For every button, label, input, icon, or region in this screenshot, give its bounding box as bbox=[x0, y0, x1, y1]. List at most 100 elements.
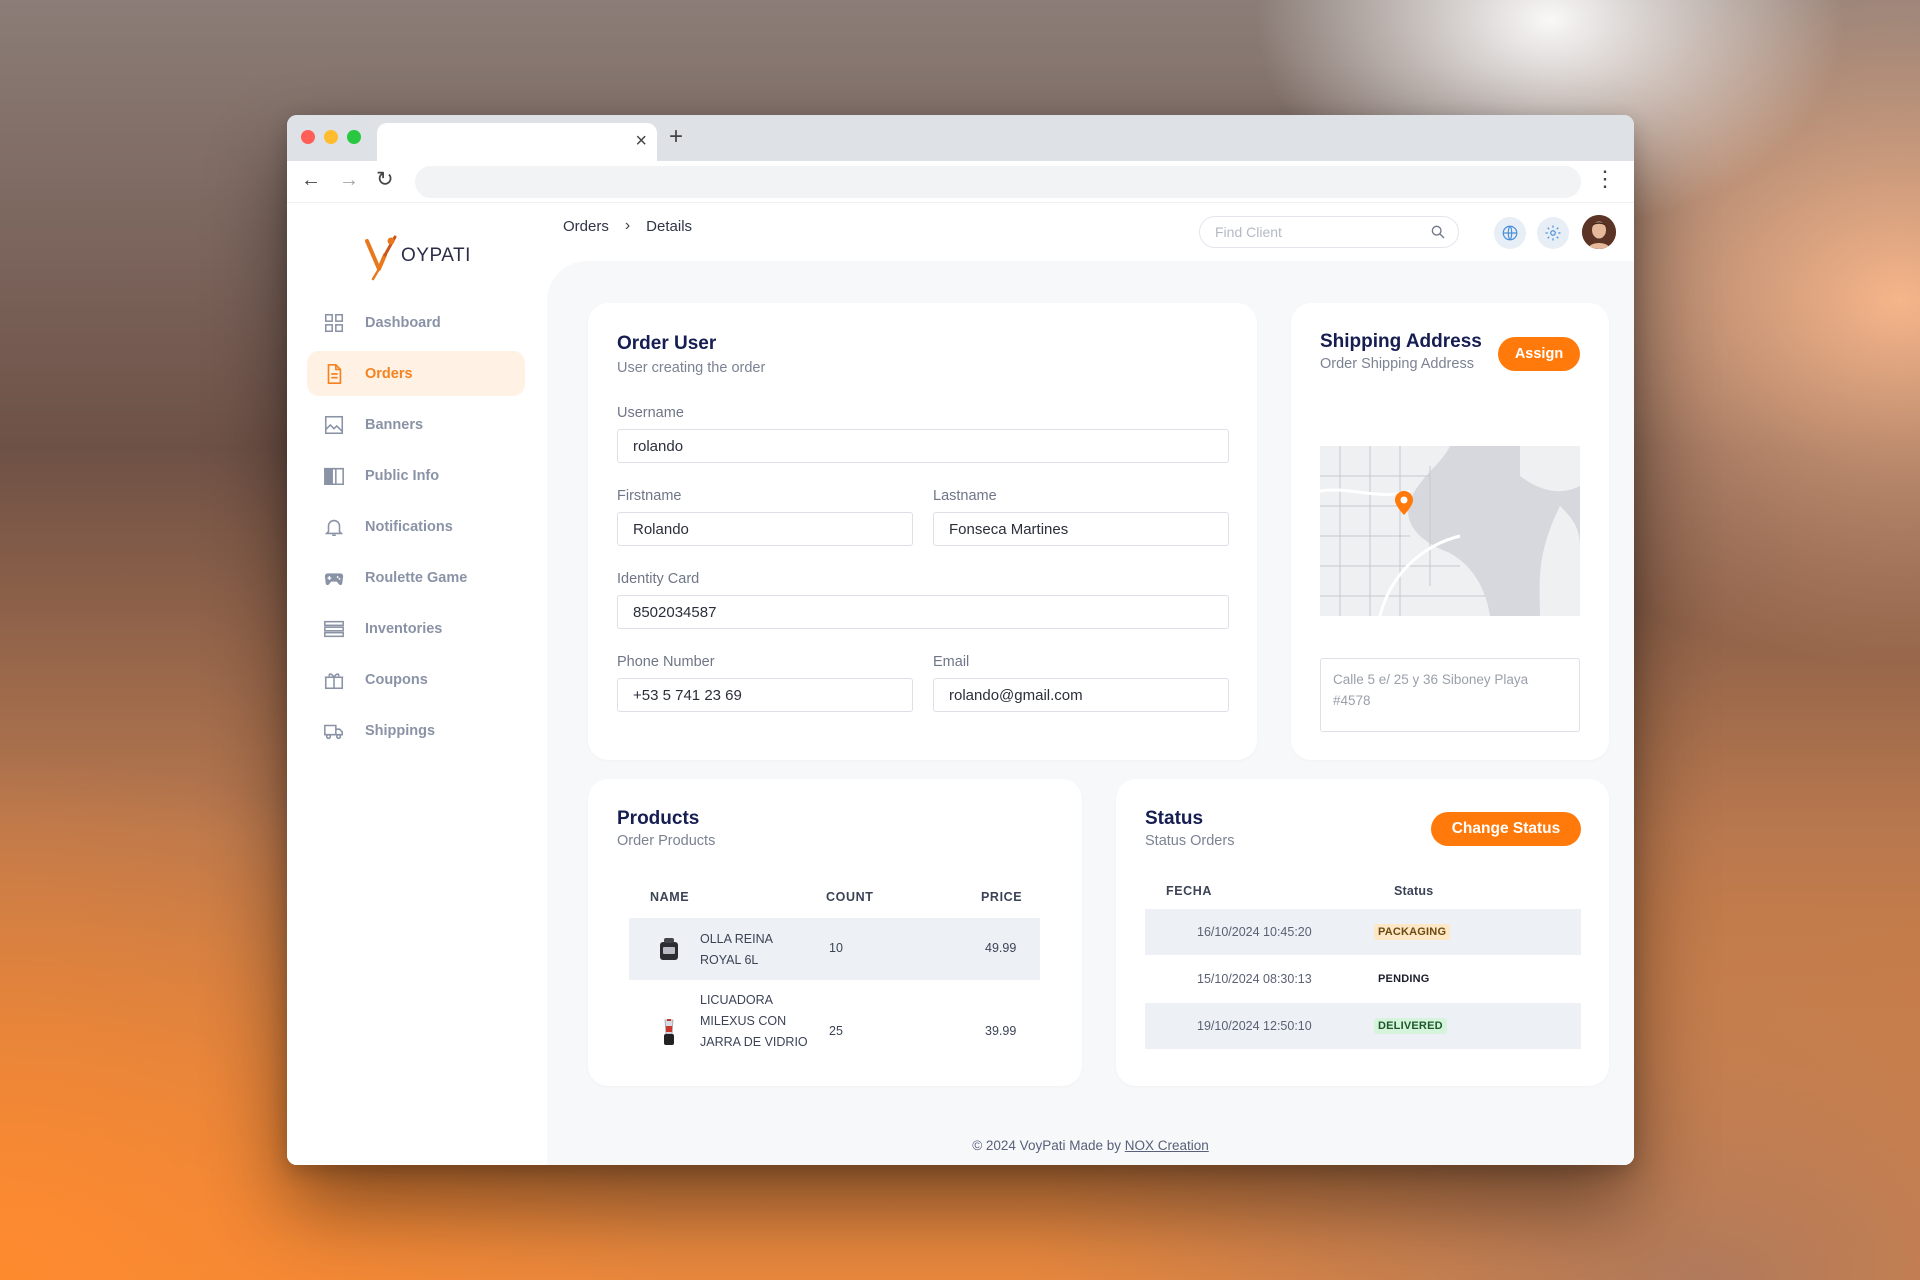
product-name-line: JARRA DE VIDRIO bbox=[700, 1035, 808, 1049]
gear-icon bbox=[1545, 225, 1561, 241]
avatar[interactable] bbox=[1582, 215, 1616, 249]
table-header: NAME COUNT PRICE bbox=[629, 884, 1040, 918]
sidebar-item-label: Dashboard bbox=[365, 314, 441, 331]
status-date: 15/10/2024 08:30:13 bbox=[1197, 972, 1312, 986]
blender-icon bbox=[664, 1019, 674, 1045]
language-button[interactable] bbox=[1494, 217, 1526, 249]
browser-window: × + ← → ↻ ⋮ OYPATI Dashboard Orders Bann… bbox=[287, 115, 1634, 1165]
sidebar-item-public-info[interactable]: Public Info bbox=[307, 453, 525, 498]
sidebar-item-label: Roulette Game bbox=[365, 569, 468, 586]
pot-icon bbox=[660, 938, 678, 960]
sidebar-item-dashboard[interactable]: Dashboard bbox=[307, 300, 525, 345]
brand-logo[interactable]: OYPATI bbox=[365, 231, 471, 281]
sidebar-item-shippings[interactable]: Shippings bbox=[307, 708, 525, 753]
tab-close-icon[interactable]: × bbox=[635, 131, 647, 151]
settings-button[interactable] bbox=[1537, 217, 1569, 249]
lastname-field[interactable]: Fonseca Martines bbox=[933, 512, 1229, 546]
card-title: Products bbox=[617, 808, 700, 829]
email-field[interactable]: rolando@gmail.com bbox=[933, 678, 1229, 712]
sidebar-item-inventories[interactable]: Inventories bbox=[307, 606, 525, 651]
minimize-window-button[interactable] bbox=[324, 130, 338, 144]
column-status: Status bbox=[1394, 884, 1434, 898]
truck-icon bbox=[324, 724, 344, 739]
reload-button[interactable]: ↻ bbox=[376, 168, 394, 192]
table-row[interactable]: LICUADORA MILEXUS CON JARRA DE VIDRIO 25 3… bbox=[629, 980, 1040, 1074]
address-bar[interactable] bbox=[415, 166, 1581, 198]
card-title: Order User bbox=[617, 333, 717, 354]
map-pin-icon[interactable] bbox=[1395, 491, 1413, 515]
phone-field[interactable]: +53 5 741 23 69 bbox=[617, 678, 913, 712]
sidebar-item-orders[interactable]: Orders bbox=[307, 351, 525, 396]
gamepad-icon bbox=[324, 572, 344, 585]
products-table: NAME COUNT PRICE OLLA REINA ROYAL 6L 10 … bbox=[629, 884, 1040, 1074]
change-status-button[interactable]: Change Status bbox=[1431, 812, 1581, 846]
column-fecha: FECHA bbox=[1166, 884, 1213, 898]
order-user-card: Order User User creating the order Usern… bbox=[588, 303, 1257, 760]
column-count: COUNT bbox=[826, 890, 874, 904]
gift-icon bbox=[324, 672, 344, 689]
sidebar-item-label: Shippings bbox=[365, 722, 436, 739]
table-row[interactable]: 16/10/2024 10:45:20 PACKAGING bbox=[1145, 909, 1581, 955]
footer: © 2024 VoyPati Made by NOX Creation bbox=[547, 1138, 1634, 1153]
sidebar-item-label: Inventories bbox=[365, 620, 443, 637]
globe-icon bbox=[1502, 225, 1518, 241]
footer-text: © 2024 VoyPati Made by bbox=[972, 1138, 1125, 1153]
card-title: Shipping Address bbox=[1320, 331, 1482, 352]
logo-bird-icon bbox=[365, 235, 397, 281]
product-price: 49.99 bbox=[985, 941, 1017, 955]
lastname-label: Lastname bbox=[933, 488, 997, 504]
breadcrumb-details: Details bbox=[646, 217, 693, 235]
column-name: NAME bbox=[650, 890, 690, 904]
sidebar-item-label: Coupons bbox=[365, 671, 428, 688]
browser-tabbar: × + bbox=[287, 115, 1634, 161]
forward-button[interactable]: → bbox=[339, 168, 359, 192]
sidebar-item-roulette-game[interactable]: Roulette Game bbox=[307, 555, 525, 600]
back-button[interactable]: ← bbox=[301, 168, 321, 192]
new-tab-button[interactable]: + bbox=[669, 125, 683, 149]
status-card: Status Status Orders Change Status FECHA… bbox=[1116, 779, 1609, 1086]
breadcrumb-orders[interactable]: Orders bbox=[563, 218, 609, 235]
dashboard-grid-icon bbox=[324, 313, 344, 332]
close-window-button[interactable] bbox=[301, 130, 315, 144]
sidebar-item-coupons[interactable]: Coupons bbox=[307, 657, 525, 702]
identity-card-label: Identity Card bbox=[617, 571, 700, 587]
assign-button[interactable]: Assign bbox=[1498, 337, 1580, 371]
sidebar-item-label: Banners bbox=[365, 416, 424, 433]
product-name-line: ROYAL 6L bbox=[700, 953, 759, 967]
product-price: 39.99 bbox=[985, 1024, 1017, 1038]
identity-card-field[interactable]: 8502034587 bbox=[617, 595, 1229, 629]
sidebar-item-notifications[interactable]: Notifications bbox=[307, 504, 525, 549]
window-controls bbox=[301, 130, 361, 144]
search-icon[interactable] bbox=[1430, 224, 1446, 240]
sidebar-nav: Dashboard Orders Banners Public Info Not… bbox=[307, 300, 525, 759]
maximize-window-button[interactable] bbox=[347, 130, 361, 144]
card-subtitle: Order Products bbox=[617, 833, 716, 849]
product-name-line: OLLA REINA bbox=[700, 932, 773, 946]
phone-label: Phone Number bbox=[617, 654, 715, 670]
sidebar: OYPATI Dashboard Orders Banners Public I… bbox=[287, 203, 547, 1165]
search-input[interactable] bbox=[1215, 224, 1415, 240]
document-icon bbox=[327, 363, 342, 384]
table-row[interactable]: 19/10/2024 12:50:10 DELIVERED bbox=[1145, 1003, 1581, 1049]
brand-name: OYPATI bbox=[401, 245, 471, 266]
shipping-map[interactable] bbox=[1320, 446, 1580, 616]
sidebar-item-label: Notifications bbox=[365, 518, 453, 535]
product-count: 25 bbox=[829, 1024, 843, 1038]
browser-tab[interactable]: × bbox=[377, 123, 657, 161]
browser-menu-button[interactable]: ⋮ bbox=[1594, 167, 1616, 191]
address-textarea[interactable]: Calle 5 e/ 25 y 36 Siboney Playa #4578 bbox=[1320, 658, 1580, 732]
user-avatar-icon bbox=[1582, 215, 1616, 249]
firstname-field[interactable]: Rolando bbox=[617, 512, 913, 546]
table-row[interactable]: 15/10/2024 08:30:13 PENDING bbox=[1145, 955, 1581, 1003]
sidebar-item-banners[interactable]: Banners bbox=[307, 402, 525, 447]
firstname-label: Firstname bbox=[617, 488, 682, 504]
card-title: Status bbox=[1145, 808, 1204, 829]
image-icon bbox=[324, 415, 344, 434]
footer-link[interactable]: NOX Creation bbox=[1125, 1138, 1209, 1153]
bell-icon bbox=[324, 519, 344, 536]
product-name-line: MILEXUS CON bbox=[700, 1014, 787, 1028]
username-field[interactable]: rolando bbox=[617, 429, 1229, 463]
list-icon bbox=[324, 620, 344, 637]
status-table: FECHA Status 16/10/2024 10:45:20 PACKAGI… bbox=[1145, 875, 1581, 1049]
table-row[interactable]: OLLA REINA ROYAL 6L 10 49.99 bbox=[629, 918, 1040, 980]
